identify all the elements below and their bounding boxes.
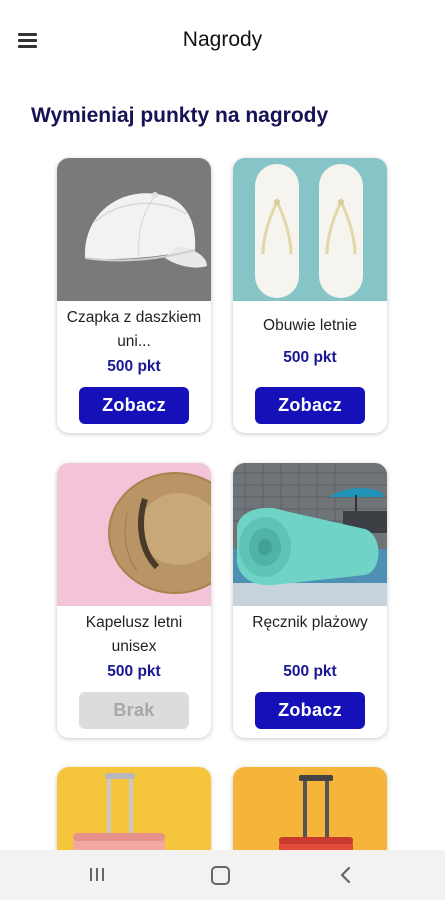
reward-name: Obuwie letnie — [263, 317, 357, 334]
reward-name: Czapka z daszkiem uni... — [66, 309, 202, 350]
reward-card: Czapka z daszkiem uni... 500 pkt Zobacz — [57, 158, 211, 433]
reward-name: Ręcznik plażowy — [252, 614, 368, 631]
recent-apps-icon[interactable] — [88, 866, 108, 884]
view-reward-button[interactable]: Zobacz — [255, 387, 365, 424]
reward-price: 500 pkt — [283, 663, 337, 680]
unavailable-reward-button: Brak — [79, 692, 189, 729]
app-screen: Nagrody Wymieniaj punkty na nagrody Czap… — [0, 0, 445, 900]
reward-price: 500 pkt — [107, 663, 161, 680]
reward-image-white-flip-flops — [233, 158, 387, 301]
app-bar: Nagrody — [0, 0, 445, 82]
reward-name: Kapelusz letni unisex — [85, 614, 183, 655]
reward-image-straw-hat — [57, 463, 211, 606]
page-title: Nagrody — [182, 28, 263, 51]
reward-card: Obuwie letnie 500 pkt Zobacz — [233, 158, 387, 433]
section-title: Wymieniaj punkty na nagrody — [31, 104, 329, 127]
reward-image-white-cap — [57, 158, 211, 301]
reward-price: 500 pkt — [283, 349, 337, 366]
reward-image-turquoise-towel — [233, 463, 387, 606]
view-reward-button[interactable]: Zobacz — [255, 692, 365, 729]
reward-price: 500 pkt — [107, 358, 161, 375]
back-icon[interactable] — [337, 865, 355, 885]
reward-card: Ręcznik plażowy 500 pkt Zobacz — [233, 463, 387, 738]
system-navigation-bar — [0, 850, 445, 900]
reward-card: Kapelusz letni unisex 500 pkt Brak — [57, 463, 211, 738]
view-reward-button[interactable]: Zobacz — [79, 387, 189, 424]
home-icon[interactable] — [211, 866, 230, 885]
